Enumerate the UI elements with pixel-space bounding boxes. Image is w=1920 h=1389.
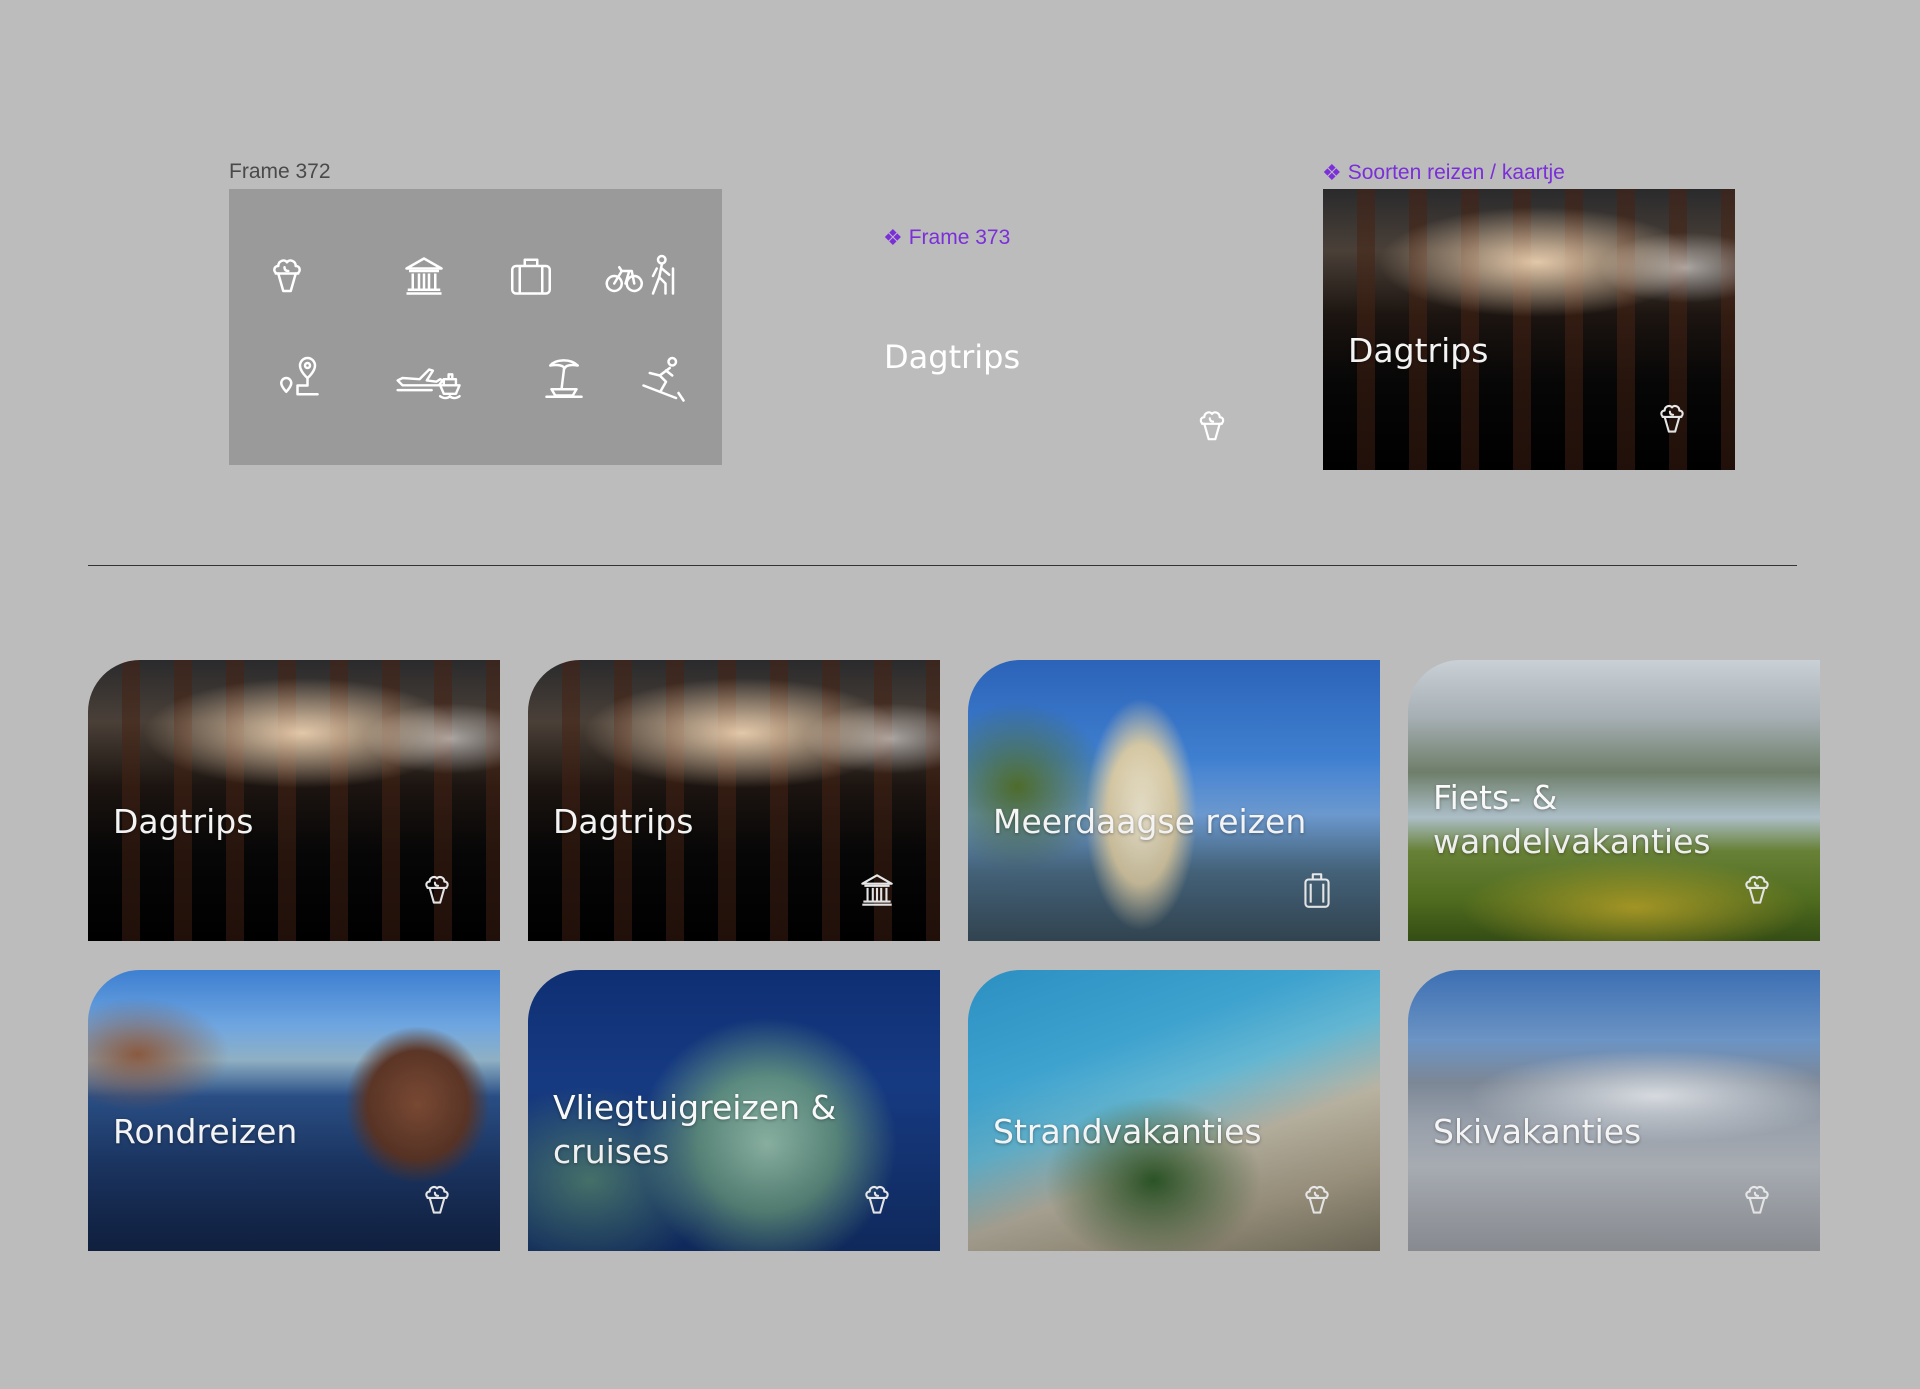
card-rondreizen[interactable]: Rondreizen [88,970,500,1251]
card-title: Dagtrips [1348,331,1489,370]
component-glyph-icon: ❖ [883,225,903,250]
ice-cream-icon [1296,1179,1338,1221]
museum-icon [399,251,449,301]
card-strandvakanties[interactable]: Strandvakanties [968,970,1380,1251]
ice-cream-icon [1190,404,1234,448]
card-title: Meerdaagse reizen [993,802,1307,841]
ice-cream-icon [416,1179,458,1221]
frame-373-label: ❖ Frame 373 [883,225,1010,251]
museum-icon [856,869,898,911]
card-meerdaagse-reizen[interactable]: Meerdaagse reizen [968,660,1380,941]
card-title: Skivakanties [1433,1112,1642,1151]
palm-island-icon [539,353,589,403]
card-dagtrips[interactable]: Dagtrips [88,660,500,941]
component-glyph-icon: ❖ [1322,160,1342,185]
component-card[interactable]: Dagtrips [1323,189,1735,470]
suitcase-icon [1296,869,1338,911]
card-title: Strandvakanties [993,1112,1262,1151]
skiing-icon [636,353,686,403]
ice-cream-icon [262,251,312,301]
component-label-text: Soorten reizen / kaartje [1347,161,1565,184]
card-fiets-wandelvakanties[interactable]: Fiets- & wandelvakanties [1408,660,1820,941]
ice-cream-icon [1736,1179,1778,1221]
frame-373-label-text: Frame 373 [908,226,1011,249]
card-title: Rondreizen [113,1112,298,1151]
card-vliegtuigreizen-cruises[interactable]: Vliegtuigreizen & cruises [528,970,940,1251]
ice-cream-icon [1651,398,1693,440]
card-title: Vliegtuigreizen & cruises [553,1088,837,1171]
bike-hike-icon [604,251,682,301]
ice-cream-icon [416,869,458,911]
card-title: Fiets- & wandelvakanties [1433,778,1711,861]
suitcase-icon [506,251,556,301]
card-title: Dagtrips [113,802,254,841]
ice-cream-icon [856,1179,898,1221]
card-title: Dagtrips [553,802,694,841]
plane-ship-icon [394,353,462,403]
card-dagtrips-museum[interactable]: Dagtrips [528,660,940,941]
frame-372-label: Frame 372 [229,160,331,183]
divider [88,565,1797,566]
component-label: ❖ Soorten reizen / kaartje [1322,160,1565,186]
map-pin-route-icon [275,353,325,403]
card-skivakanties[interactable]: Skivakanties [1408,970,1820,1251]
frame-372[interactable] [229,189,722,465]
ice-cream-icon [1736,869,1778,911]
frame-373-title: Dagtrips [884,338,1021,376]
